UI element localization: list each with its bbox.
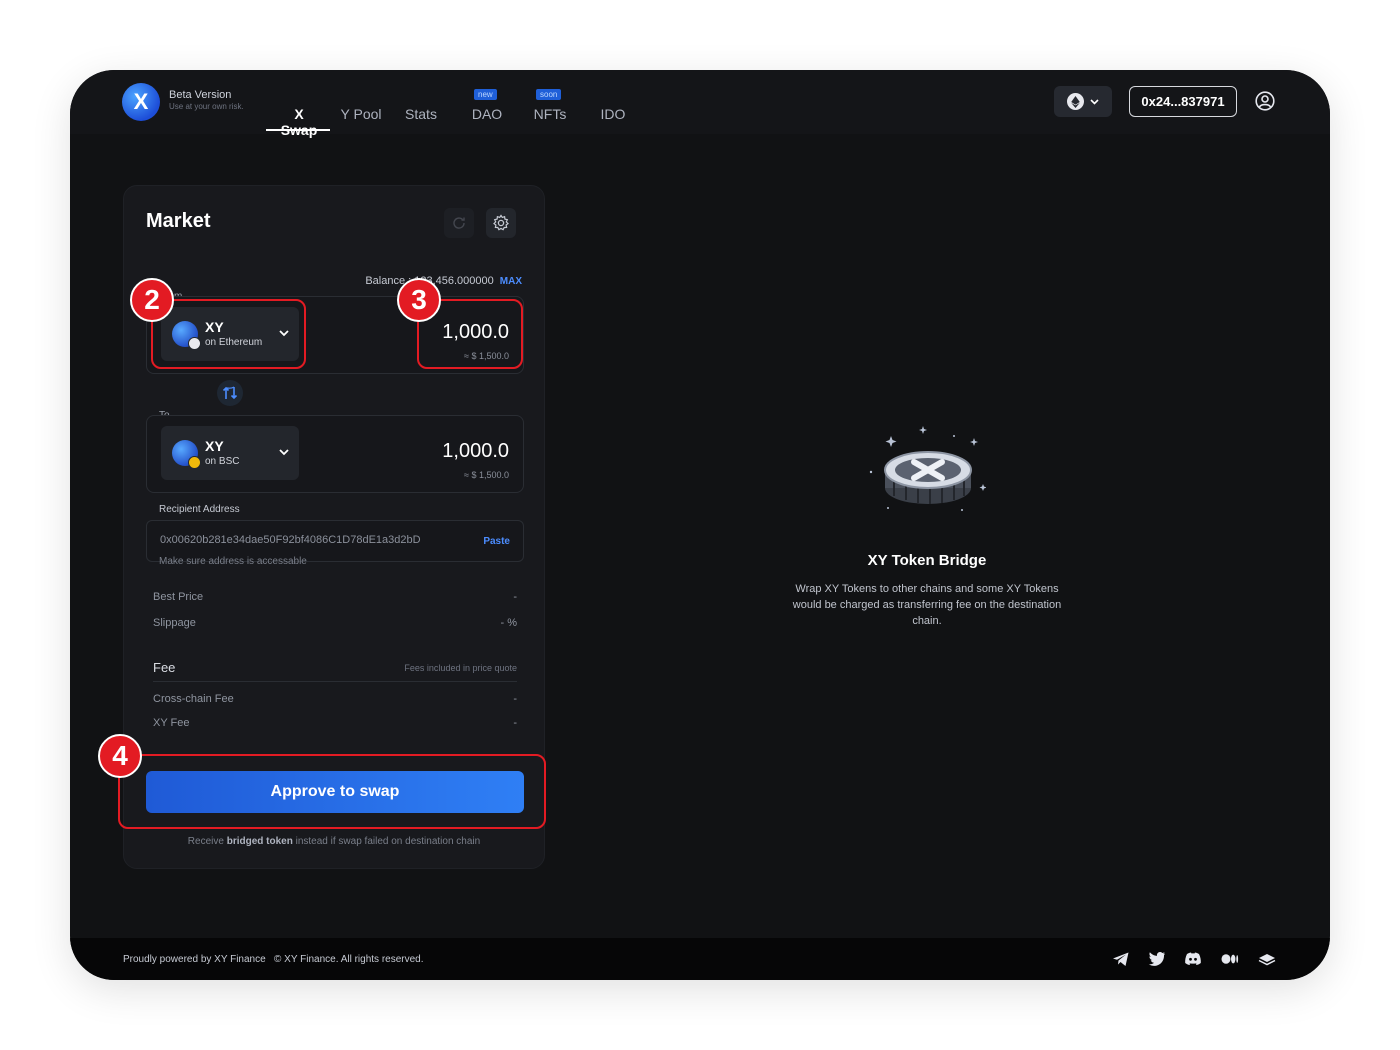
slippage-value: - % xyxy=(500,617,518,629)
to-token-selector[interactable]: XY on BSC xyxy=(161,426,299,480)
nav-x-swap[interactable]: X Swap xyxy=(275,106,323,138)
nav-active-underline xyxy=(266,129,330,131)
best-price-value: - xyxy=(513,591,517,603)
app-window: X Beta Version Use at your own risk. X S… xyxy=(70,70,1330,980)
receive-note-post: instead if swap failed on destination ch… xyxy=(295,836,481,847)
refresh-icon xyxy=(453,217,465,229)
footer-copyright: © XY Finance. All rights reserved. xyxy=(274,954,424,965)
annotation-badge-2: 2 xyxy=(130,278,174,322)
fee-title: Fee xyxy=(153,660,176,675)
slippage-label: Slippage xyxy=(153,617,196,629)
annotation-box-token xyxy=(151,299,306,369)
xy-fee-label: XY Fee xyxy=(153,717,190,729)
medium-icon[interactable] xyxy=(1221,951,1239,967)
cross-chain-fee-value: - xyxy=(513,693,517,705)
beta-subtitle: Use at your own risk. xyxy=(169,102,244,111)
nfts-soon-badge: soon xyxy=(536,89,562,100)
chain-selector[interactable] xyxy=(1054,86,1112,117)
settings-button[interactable] xyxy=(486,208,516,238)
receive-note-pre: Receive xyxy=(187,836,224,847)
annotation-box-approve xyxy=(118,754,546,829)
telegram-icon[interactable] xyxy=(1112,951,1130,967)
receive-note-bold: bridged token xyxy=(226,836,293,847)
nav-stats[interactable]: Stats xyxy=(405,106,437,122)
footer-powered[interactable]: Proudly powered by XY Finance xyxy=(123,954,266,965)
chevron-down-icon xyxy=(279,449,289,456)
to-field: XY on BSC 1,000.0 ≈ $ 1,500.0 xyxy=(146,415,524,493)
recipient-address-value: 0x00620b281e34dae50F92bf4086C1D78dE1a3d2… xyxy=(160,534,421,546)
to-token-name: XY xyxy=(205,438,224,454)
xy-fee-row: XY Fee - xyxy=(153,717,517,729)
to-amount: 1,000.0 xyxy=(442,440,509,462)
beta-title: Beta Version xyxy=(169,89,232,101)
best-price-row: Best Price - xyxy=(153,591,517,603)
chevron-down-icon xyxy=(1090,98,1099,105)
gear-icon xyxy=(493,214,509,231)
beta-notice: Beta Version Use at your own risk. xyxy=(169,89,244,111)
swap-direction-button[interactable] xyxy=(217,380,243,406)
twitter-icon[interactable] xyxy=(1148,951,1166,967)
annotation-badge-3: 3 xyxy=(397,278,441,322)
max-button[interactable]: MAX xyxy=(500,276,522,287)
xy-fee-value: - xyxy=(513,717,517,729)
discord-icon[interactable] xyxy=(1184,951,1202,967)
swap-arrows-icon xyxy=(222,386,238,400)
receive-bridged-note: Receive bridged token instead if swap fa… xyxy=(124,836,544,847)
gitbook-icon[interactable] xyxy=(1258,951,1276,967)
account-icon[interactable] xyxy=(1255,91,1275,111)
nav-dao[interactable]: DAO xyxy=(471,106,503,122)
refresh-button[interactable] xyxy=(444,208,474,238)
xy-token-icon xyxy=(172,440,201,469)
logo-letter: X xyxy=(133,89,149,114)
xy-logo[interactable]: X xyxy=(122,83,160,121)
recipient-label: Recipient Address xyxy=(159,504,240,515)
paste-button[interactable]: Paste xyxy=(483,536,510,547)
bridge-description: Wrap XY Tokens to other chains and some … xyxy=(792,583,1062,627)
footer: Proudly powered by XY Finance © XY Finan… xyxy=(70,938,1330,980)
to-amount-usd: ≈ $ 1,500.0 xyxy=(464,470,509,480)
nav-y-pool[interactable]: Y Pool xyxy=(339,106,383,122)
dao-new-badge: new xyxy=(474,89,497,100)
cross-chain-fee-label: Cross-chain Fee xyxy=(153,693,234,705)
best-price-label: Best Price xyxy=(153,591,204,603)
fee-divider xyxy=(153,681,517,682)
to-token-chain: on BSC xyxy=(205,456,240,467)
ethereum-icon xyxy=(1067,93,1084,110)
xy-coin-illustration xyxy=(869,426,986,511)
bsc-chain-icon xyxy=(188,456,201,469)
recipient-hint: Make sure address is accessable xyxy=(159,556,307,567)
fee-note: Fees included in price quote xyxy=(404,663,517,673)
slippage-row: Slippage - % xyxy=(153,617,517,629)
card-title: Market xyxy=(146,210,211,232)
annotation-badge-4: 4 xyxy=(98,734,142,778)
top-navbar: X Beta Version Use at your own risk. X S… xyxy=(70,70,1330,138)
nav-ido[interactable]: IDO xyxy=(599,106,627,122)
balance-row: Balance : 123,456.000000MAX xyxy=(365,275,522,287)
nav-nfts[interactable]: NFTs xyxy=(532,106,568,122)
footer-text: Proudly powered by XY Finance © XY Finan… xyxy=(123,954,424,965)
wallet-address-button[interactable]: 0x24...837971 xyxy=(1129,86,1237,117)
bridge-title: XY Token Bridge xyxy=(867,552,987,569)
cross-chain-fee-row: Cross-chain Fee - xyxy=(153,693,517,705)
